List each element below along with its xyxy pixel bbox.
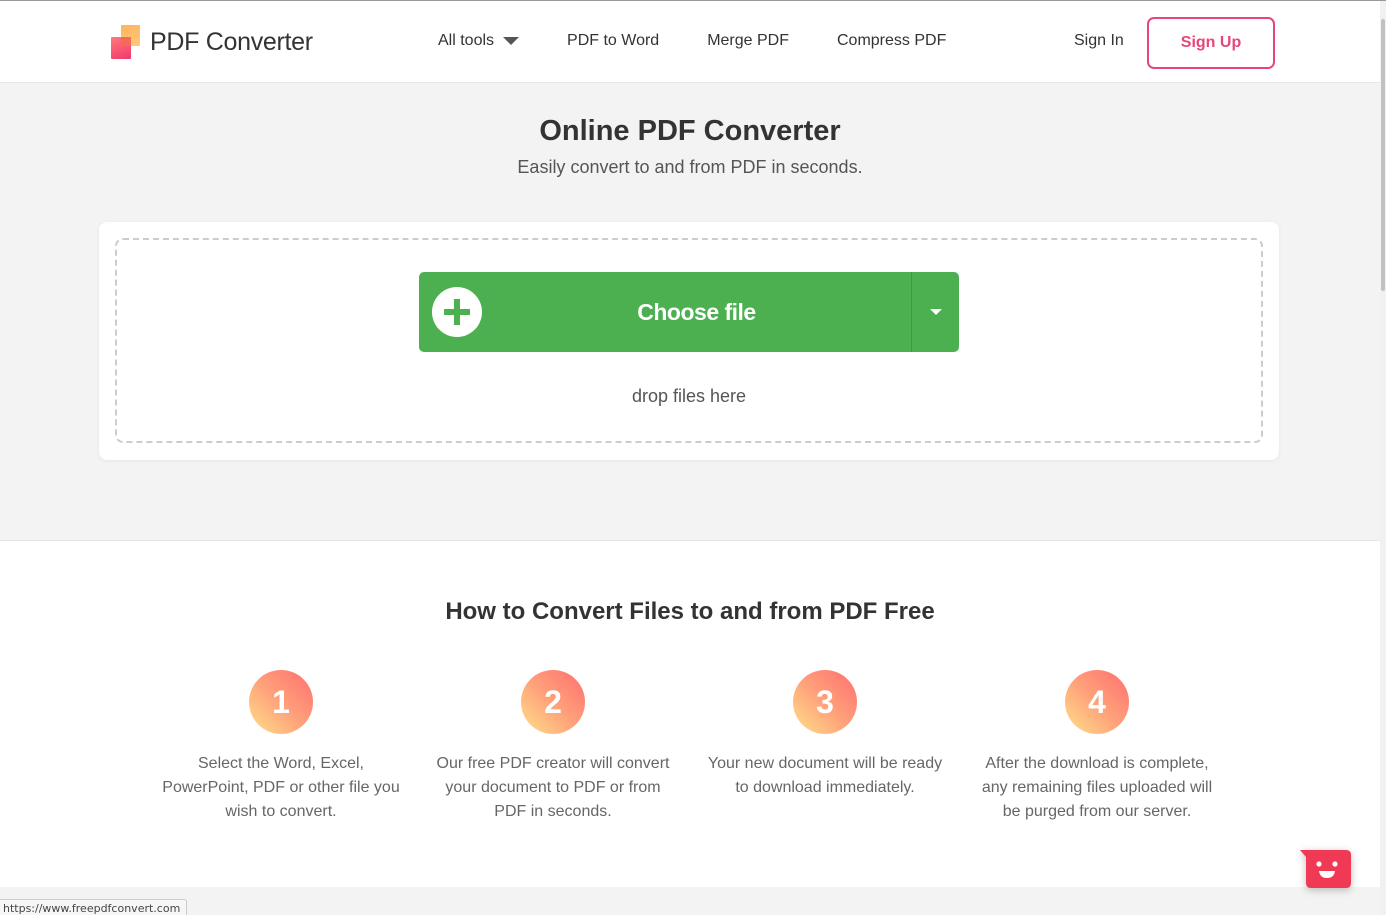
site-header: PDF Converter All tools PDF to Word Merg… bbox=[0, 1, 1380, 83]
step-item: 3 Your new document will be ready to dow… bbox=[705, 670, 945, 800]
nav-pdf-to-word[interactable]: PDF to Word bbox=[567, 32, 659, 50]
how-to-title: How to Convert Files to and from PDF Fre… bbox=[445, 598, 935, 625]
page-subtitle: Easily convert to and from PDF in second… bbox=[517, 157, 863, 177]
nav-all-tools-label: All tools bbox=[438, 32, 495, 49]
nav-compress-pdf[interactable]: Compress PDF bbox=[837, 32, 946, 50]
choose-file-label: Choose file bbox=[637, 298, 756, 325]
brand-logo[interactable]: PDF Converter bbox=[111, 25, 313, 59]
nav-pdf-to-word-label: PDF to Word bbox=[567, 32, 660, 49]
step-number-badge: 2 bbox=[521, 670, 585, 734]
step-description: Select the Word, Excel, PowerPoint, PDF … bbox=[162, 755, 400, 820]
step-item: 4 After the download is complete, any re… bbox=[977, 670, 1217, 824]
step-number-badge: 4 bbox=[1065, 670, 1129, 734]
page-scrollbar[interactable] bbox=[1380, 1, 1386, 915]
chat-smiley-icon bbox=[1300, 850, 1351, 888]
choose-file-button[interactable]: Choose file bbox=[419, 272, 959, 352]
drop-files-hint: drop files here bbox=[631, 386, 747, 406]
status-bar-url: https://www.freepdfconvert.com bbox=[0, 899, 188, 915]
step-number-badge: 1 bbox=[249, 670, 313, 734]
step-description: After the download is complete, any rema… bbox=[981, 755, 1213, 820]
caret-down-icon bbox=[929, 309, 942, 315]
plus-circle-icon bbox=[432, 287, 482, 337]
main-nav: All tools PDF to Word Merge PDF Compress… bbox=[438, 32, 994, 50]
step-number-badge: 3 bbox=[793, 670, 857, 734]
nav-all-tools[interactable]: All tools bbox=[438, 32, 520, 50]
file-dropzone[interactable]: Choose file drop files here bbox=[115, 238, 1263, 443]
nav-compress-pdf-label: Compress PDF bbox=[837, 32, 947, 49]
nav-merge-pdf[interactable]: Merge PDF bbox=[707, 32, 789, 50]
step-description: Your new document will be ready to downl… bbox=[707, 755, 943, 796]
logo-icon bbox=[111, 25, 141, 59]
step-description: Our free PDF creator will convert your d… bbox=[436, 755, 670, 820]
page-title: Online PDF Converter bbox=[539, 115, 841, 147]
caret-down-icon bbox=[503, 37, 520, 45]
chat-widget-button[interactable] bbox=[1300, 850, 1351, 888]
step-item: 1 Select the Word, Excel, PowerPoint, PD… bbox=[161, 670, 401, 824]
how-to-section: How to Convert Files to and from PDF Fre… bbox=[0, 540, 1380, 887]
upload-source-dropdown[interactable] bbox=[911, 272, 959, 352]
upload-card: Choose file drop files here bbox=[99, 222, 1279, 460]
nav-merge-pdf-label: Merge PDF bbox=[707, 32, 789, 49]
step-item: 2 Our free PDF creator will convert your… bbox=[433, 670, 673, 824]
brand-name: PDF Converter bbox=[150, 27, 313, 56]
sign-in-link[interactable]: Sign In bbox=[1074, 32, 1124, 50]
scrollbar-thumb[interactable] bbox=[1381, 19, 1385, 291]
sign-up-button[interactable]: Sign Up bbox=[1147, 17, 1275, 69]
